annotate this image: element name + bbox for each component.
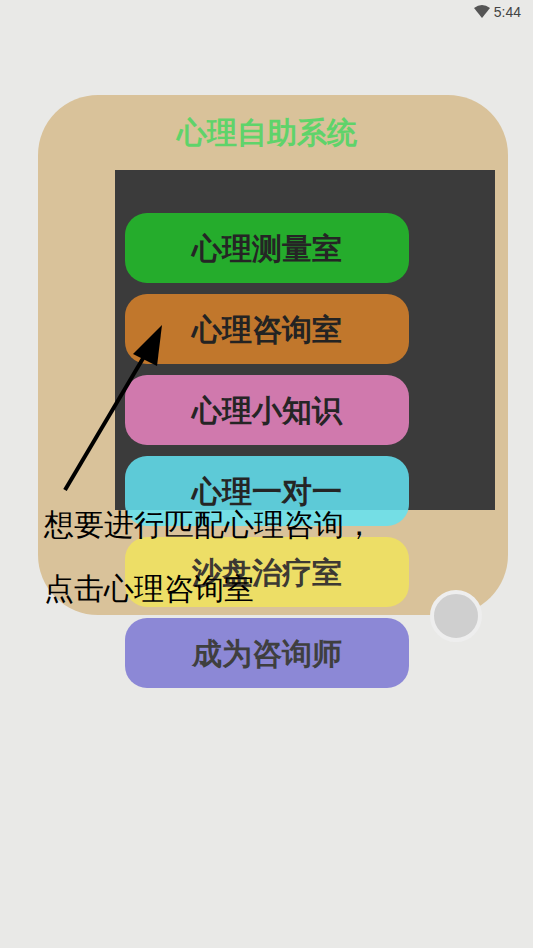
menu-button[interactable]: 心理咨询室 xyxy=(125,294,409,364)
menu-list: 心理测量室心理咨询室心理小知识心理一对一沙盘治疗室成为咨询师 xyxy=(125,213,409,688)
annotation-line: 点击心理咨询室 xyxy=(44,572,374,606)
menu-button[interactable]: 成为咨询师 xyxy=(125,618,409,688)
annotation: 想要进行匹配心理咨询， 点击心理咨询室 xyxy=(44,508,374,606)
status-bar: 5:44 xyxy=(0,0,533,24)
wifi-icon xyxy=(474,5,490,19)
menu-button[interactable]: 心理测量室 xyxy=(125,213,409,283)
menu-button[interactable]: 心理小知识 xyxy=(125,375,409,445)
pointer-arrow-icon xyxy=(0,0,533,948)
annotation-line: 想要进行匹配心理咨询， xyxy=(44,508,374,542)
app-screen: 5:44心理自助系统心理测量室心理咨询室心理小知识心理一对一沙盘治疗室成为咨询师… xyxy=(0,0,533,948)
status-time: 5:44 xyxy=(494,2,521,22)
app-title: 心理自助系统 xyxy=(177,118,357,148)
